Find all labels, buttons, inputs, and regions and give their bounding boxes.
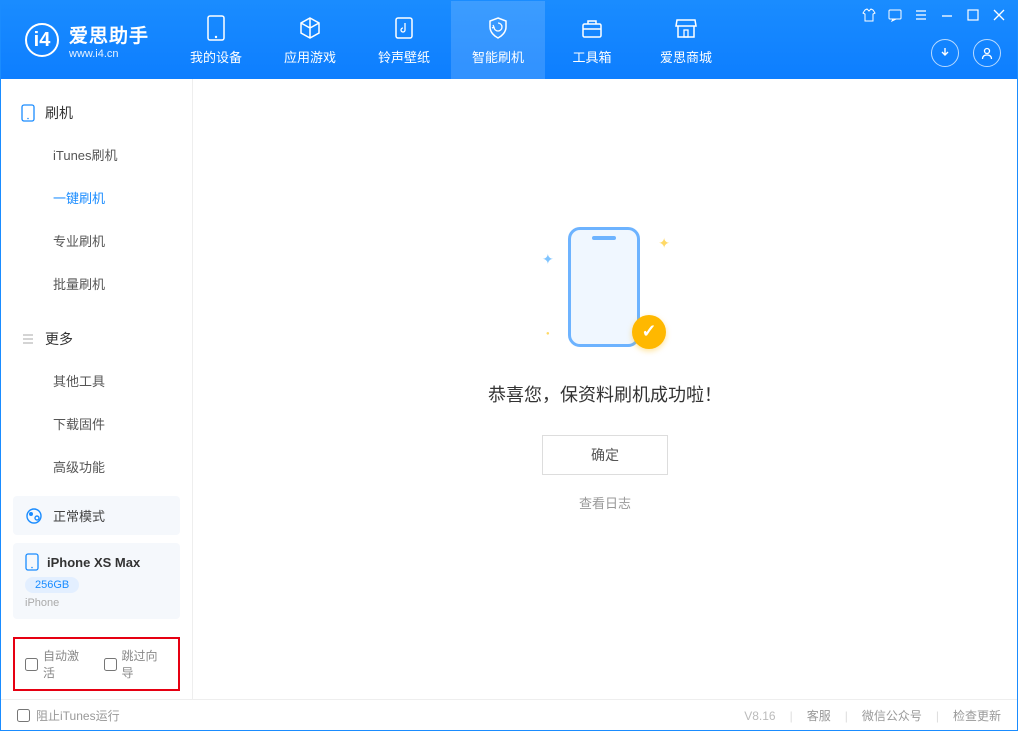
section-title: 更多 bbox=[45, 329, 73, 349]
device-phone-icon bbox=[25, 553, 39, 571]
menu-icon[interactable] bbox=[913, 7, 929, 23]
footer: 阻止iTunes运行 V8.16 | 客服 | 微信公众号 | 检查更新 bbox=[1, 699, 1017, 731]
app-url: www.i4.cn bbox=[69, 48, 149, 60]
app-title: 爱思助手 bbox=[69, 21, 149, 48]
sidebar-item-other-tools[interactable]: 其他工具 bbox=[1, 359, 192, 402]
block-itunes-checkbox[interactable]: 阻止iTunes运行 bbox=[17, 707, 120, 724]
window-controls bbox=[861, 7, 1007, 23]
version-label: V8.16 bbox=[744, 709, 775, 723]
sidebar-item-itunes-flash[interactable]: iTunes刷机 bbox=[1, 133, 192, 176]
phone-graphic bbox=[568, 227, 640, 347]
logo-area: i4 爱思助手 www.i4.cn bbox=[1, 21, 169, 60]
tab-ringtones[interactable]: 铃声壁纸 bbox=[357, 1, 451, 79]
tab-label: 工具箱 bbox=[573, 47, 612, 66]
shield-icon bbox=[485, 15, 511, 41]
tab-toolbox[interactable]: 工具箱 bbox=[545, 1, 639, 79]
device-capacity: 256GB bbox=[25, 577, 79, 593]
ok-button[interactable]: 确定 bbox=[542, 435, 668, 475]
list-icon bbox=[21, 332, 35, 346]
sidebar-item-download-firmware[interactable]: 下载固件 bbox=[1, 402, 192, 445]
close-icon[interactable] bbox=[991, 7, 1007, 23]
tab-label: 我的设备 bbox=[190, 47, 242, 66]
logo-icon: i4 bbox=[25, 23, 59, 57]
maximize-icon[interactable] bbox=[965, 7, 981, 23]
success-message: 恭喜您，保资料刷机成功啦！ bbox=[488, 381, 722, 407]
sparkle-icon: ✦ bbox=[542, 251, 554, 268]
app-header: i4 爱思助手 www.i4.cn 我的设备 应用游戏 铃声壁纸 智能刷机 工具… bbox=[1, 1, 1017, 79]
device-icon bbox=[203, 15, 229, 41]
tab-my-device[interactable]: 我的设备 bbox=[169, 1, 263, 79]
sidebar-section-more: 更多 bbox=[1, 319, 192, 359]
mode-icon bbox=[25, 507, 43, 525]
sidebar-section-flash: 刷机 bbox=[1, 93, 192, 133]
device-info[interactable]: iPhone XS Max 256GB iPhone bbox=[13, 543, 180, 619]
view-log-link[interactable]: 查看日志 bbox=[579, 493, 631, 512]
tab-store[interactable]: 爱思商城 bbox=[639, 1, 733, 79]
checkbox-row: 自动激活 跳过向导 bbox=[13, 637, 180, 691]
tab-label: 应用游戏 bbox=[284, 47, 336, 66]
tab-flash[interactable]: 智能刷机 bbox=[451, 1, 545, 79]
header-tabs: 我的设备 应用游戏 铃声壁纸 智能刷机 工具箱 爱思商城 bbox=[169, 1, 733, 79]
sidebar-item-advanced[interactable]: 高级功能 bbox=[1, 445, 192, 488]
auto-activate-checkbox[interactable]: 自动激活 bbox=[25, 647, 90, 681]
sidebar-item-pro-flash[interactable]: 专业刷机 bbox=[1, 219, 192, 262]
download-button[interactable] bbox=[931, 39, 959, 67]
header-right bbox=[931, 39, 1001, 67]
tab-label: 智能刷机 bbox=[472, 47, 524, 66]
feedback-icon[interactable] bbox=[887, 7, 903, 23]
footer-link-support[interactable]: 客服 bbox=[807, 707, 831, 724]
sparkle-icon: ✦ bbox=[658, 235, 670, 252]
tab-apps[interactable]: 应用游戏 bbox=[263, 1, 357, 79]
user-button[interactable] bbox=[973, 39, 1001, 67]
mode-box[interactable]: 正常模式 bbox=[13, 496, 180, 535]
tab-label: 爱思商城 bbox=[660, 47, 712, 66]
footer-link-wechat[interactable]: 微信公众号 bbox=[862, 707, 922, 724]
section-title: 刷机 bbox=[45, 103, 73, 123]
shirt-icon[interactable] bbox=[861, 7, 877, 23]
toolbox-icon bbox=[579, 15, 605, 41]
cube-icon bbox=[297, 15, 323, 41]
tab-label: 铃声壁纸 bbox=[378, 47, 430, 66]
checkmark-icon: ✓ bbox=[632, 315, 666, 349]
success-illustration: ✦ ✦ ● ✓ bbox=[550, 227, 660, 357]
main-content: ✦ ✦ ● ✓ 恭喜您，保资料刷机成功啦！ 确定 查看日志 bbox=[193, 79, 1017, 699]
skip-guide-checkbox[interactable]: 跳过向导 bbox=[104, 647, 169, 681]
mode-label: 正常模式 bbox=[53, 506, 105, 525]
footer-link-update[interactable]: 检查更新 bbox=[953, 707, 1001, 724]
sparkle-icon: ● bbox=[546, 331, 550, 337]
phone-icon bbox=[21, 104, 35, 122]
device-name-text: iPhone XS Max bbox=[47, 555, 140, 570]
sidebar-item-oneclick-flash[interactable]: 一键刷机 bbox=[1, 176, 192, 219]
device-type: iPhone bbox=[25, 597, 168, 609]
store-icon bbox=[673, 15, 699, 41]
sidebar-item-batch-flash[interactable]: 批量刷机 bbox=[1, 262, 192, 305]
minimize-icon[interactable] bbox=[939, 7, 955, 23]
music-icon bbox=[391, 15, 417, 41]
sidebar: 刷机 iTunes刷机 一键刷机 专业刷机 批量刷机 更多 其他工具 下载固件 … bbox=[1, 79, 193, 699]
